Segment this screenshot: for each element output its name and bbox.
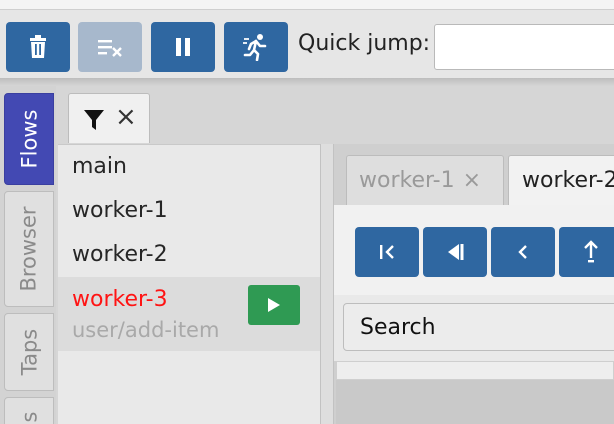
content-area	[336, 380, 614, 424]
tab-flows[interactable]: Flows	[4, 93, 54, 185]
skip-to-start-icon	[380, 245, 394, 259]
tab-worker-1-label: worker-1	[359, 168, 455, 193]
flow-item-worker-2[interactable]: worker-2	[58, 233, 320, 277]
toolbar: Quick jump:	[0, 0, 614, 80]
toolbar-row	[336, 361, 614, 380]
tab-taps[interactable]: Taps	[4, 313, 54, 391]
previous-button[interactable]	[491, 227, 555, 277]
search-input[interactable]: Search	[343, 303, 614, 351]
pause-button[interactable]	[151, 22, 215, 72]
flow-subtitle: user/add-item	[72, 318, 220, 342]
pause-icon	[176, 38, 190, 56]
flows-list: main worker-1 worker-2 worker-3 user/add…	[58, 144, 320, 424]
tab-worker-2[interactable]: worker-2	[508, 155, 614, 205]
flow-name: worker-1	[72, 198, 168, 223]
tab-more[interactable]: s	[4, 397, 54, 424]
flow-name: main	[72, 154, 127, 179]
tab-taps-label: Taps	[17, 328, 41, 376]
toolbar-shadow	[0, 78, 614, 86]
step-back-icon	[448, 244, 464, 260]
step-back-button[interactable]	[423, 227, 487, 277]
side-tab-bar: Flows Browser Taps s	[0, 86, 56, 424]
flow-item-worker-1[interactable]: worker-1	[58, 189, 320, 233]
filter-tab-close-icon[interactable]: ×	[115, 102, 137, 132]
tab-worker-1-close-icon[interactable]: ×	[463, 168, 481, 193]
clear-button[interactable]	[78, 22, 142, 72]
toolbar-top-edge	[0, 0, 614, 10]
flow-name: worker-3	[72, 287, 168, 312]
trash-icon	[30, 35, 46, 58]
tab-browser[interactable]: Browser	[4, 191, 54, 307]
filter-icon	[84, 110, 104, 130]
tab-more-label: s	[16, 411, 41, 423]
filter-tab[interactable]: ×	[68, 93, 150, 143]
step-up-button[interactable]	[559, 227, 614, 277]
tab-worker-2-label: worker-2	[522, 168, 614, 193]
play-icon	[268, 298, 280, 312]
prev-icon	[518, 245, 527, 259]
skip-to-start-button[interactable]	[355, 227, 419, 277]
quick-jump-label: Quick jump:	[298, 31, 431, 56]
flow-item-main[interactable]: main	[58, 145, 320, 189]
quick-jump-input[interactable]	[434, 24, 614, 70]
tab-browser-label: Browser	[17, 206, 42, 292]
running-person-icon	[243, 34, 267, 61]
tab-worker-1[interactable]: worker-1 ×	[346, 155, 504, 205]
play-button[interactable]	[248, 285, 300, 325]
tab-flows-label: Flows	[17, 109, 42, 169]
flow-name: worker-2	[72, 242, 168, 267]
run-button[interactable]	[224, 22, 288, 72]
delete-button[interactable]	[6, 22, 70, 72]
step-up-icon	[584, 240, 598, 263]
clear-list-icon	[98, 40, 122, 57]
pane-splitter[interactable]	[320, 144, 334, 424]
